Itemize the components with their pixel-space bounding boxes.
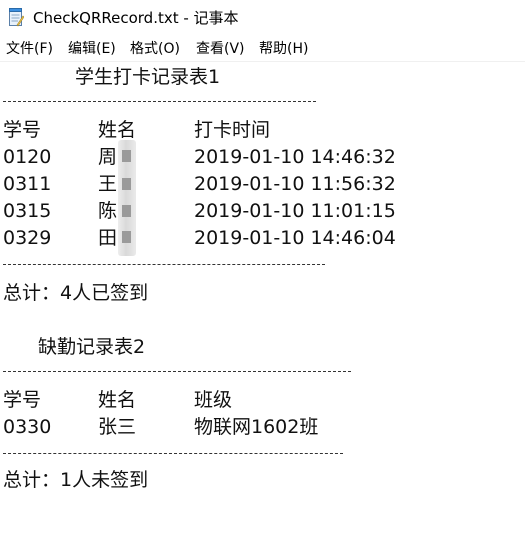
- record1-header-time: 打卡时间: [194, 119, 271, 141]
- record2-title: 缺勤记录表2: [38, 336, 146, 358]
- menu-view[interactable]: 查看(V): [196, 41, 245, 57]
- menu-help[interactable]: 帮助(H): [259, 41, 308, 57]
- notepad-icon: [9, 8, 24, 27]
- text-editor-area[interactable]: 学生打卡记录表1 学号 姓名 打卡时间 0120 周 2019-01-10 14…: [0, 62, 525, 538]
- menu-bar: 文件(F) 编辑(E) 格式(O) 查看(V) 帮助(H): [0, 37, 525, 61]
- record1-row-name: 王: [98, 173, 118, 195]
- record2-row-id: 0330: [3, 416, 52, 438]
- record1-row-id: 0311: [3, 173, 52, 195]
- redaction-pixel: [122, 150, 131, 162]
- redaction-pixel: [122, 178, 131, 190]
- record1-row-time: 2019-01-10 14:46:32: [194, 146, 396, 168]
- record2-separator-top: [3, 371, 351, 374]
- record1-separator-top: [3, 101, 316, 104]
- window-title: CheckQRRecord.txt - 记事本: [33, 9, 239, 27]
- menu-edit[interactable]: 编辑(E): [68, 41, 116, 57]
- menu-format[interactable]: 格式(O): [130, 41, 180, 57]
- record2-row-name: 张三: [98, 416, 137, 438]
- record2-header-id: 学号: [3, 389, 42, 411]
- record1-row-time: 2019-01-10 14:46:04: [194, 227, 396, 249]
- record2-header-class: 班级: [194, 389, 233, 411]
- record1-header-id: 学号: [3, 119, 42, 141]
- record1-row-id: 0329: [3, 227, 52, 249]
- record2-total: 总计：1人未签到: [3, 469, 149, 491]
- redaction-blur: [118, 140, 136, 256]
- record1-separator-bottom: [3, 264, 325, 267]
- record1-row-time: 2019-01-10 11:56:32: [194, 173, 396, 195]
- record1-row-id: 0315: [3, 200, 52, 222]
- record1-row-id: 0120: [3, 146, 52, 168]
- menu-file[interactable]: 文件(F): [6, 41, 53, 57]
- notepad-window: CheckQRRecord.txt - 记事本 文件(F) 编辑(E) 格式(O…: [0, 0, 525, 538]
- record2-header-name: 姓名: [98, 389, 137, 411]
- record1-row-time: 2019-01-10 11:01:15: [194, 200, 396, 222]
- record2-row-class: 物联网1602班: [194, 416, 319, 438]
- record1-title: 学生打卡记录表1: [75, 66, 221, 88]
- record2-separator-bottom: [3, 453, 343, 456]
- record1-row-name: 周: [98, 146, 118, 168]
- title-bar[interactable]: CheckQRRecord.txt - 记事本: [0, 0, 525, 37]
- record1-total: 总计：4人已签到: [3, 282, 149, 304]
- record1-row-name: 陈: [98, 200, 118, 222]
- record1-row-name: 田: [98, 227, 118, 249]
- redaction-pixel: [122, 231, 131, 243]
- redaction-pixel: [122, 205, 131, 217]
